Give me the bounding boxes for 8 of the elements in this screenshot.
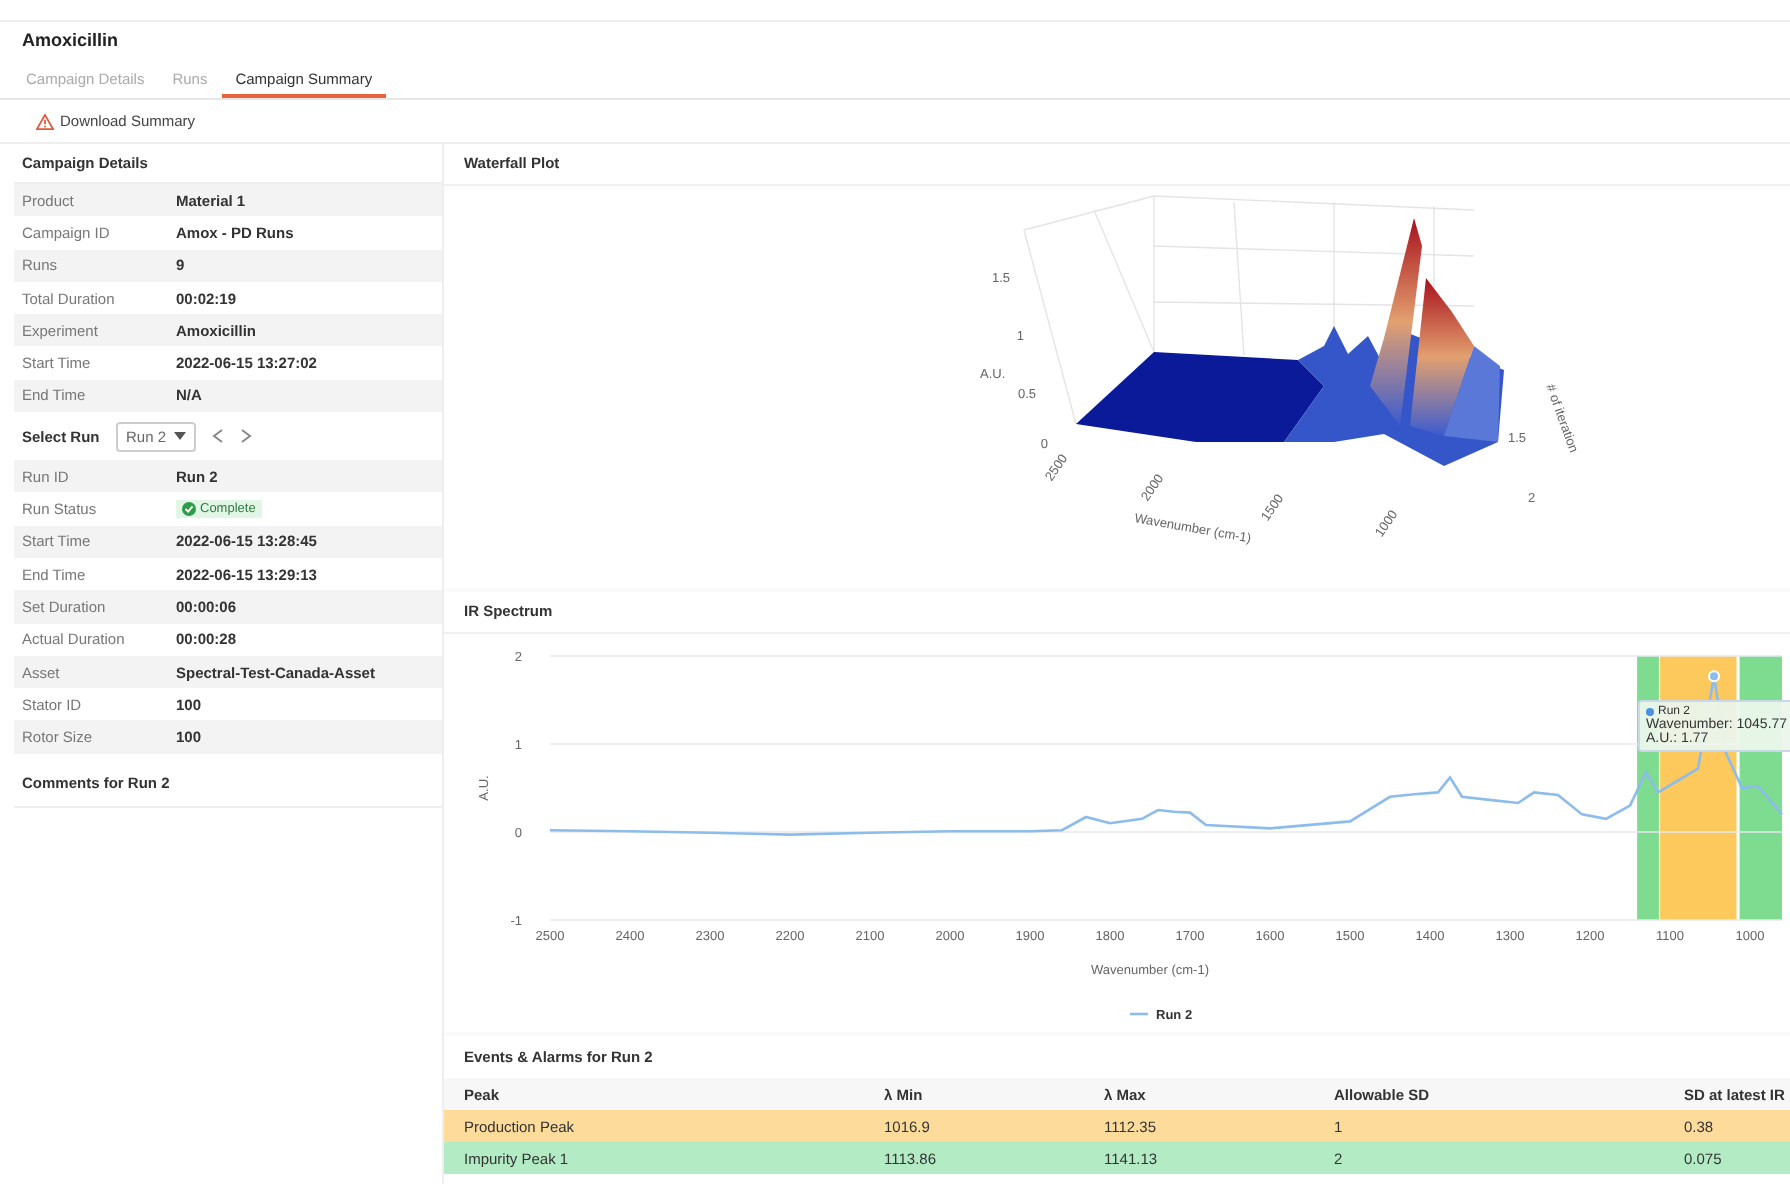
caret-icon — [174, 432, 187, 441]
series-dot-icon — [1646, 708, 1654, 716]
warning-icon — [36, 113, 54, 129]
data-point-marker — [1708, 670, 1720, 683]
next-icon[interactable] — [240, 428, 253, 445]
previous-icon[interactable] — [212, 428, 225, 445]
check-circle-icon — [182, 502, 196, 517]
page-title: Amoxicillin — [20, 28, 121, 54]
